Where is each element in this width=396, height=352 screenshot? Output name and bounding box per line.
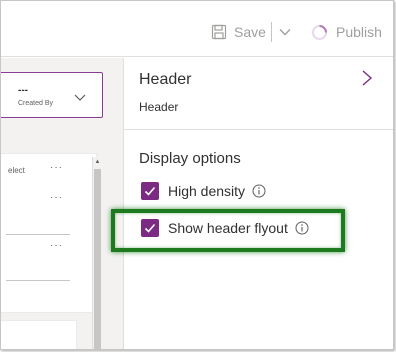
publish-button[interactable]: Publish (311, 21, 382, 43)
checkmark-icon (144, 186, 156, 196)
publish-label: Publish (336, 24, 382, 40)
app-window: Save Publish --- Created By elect ··· ··… (0, 0, 394, 350)
field-divider (6, 280, 70, 281)
checkmark-icon (144, 223, 156, 233)
select-text: elect (8, 166, 25, 175)
properties-panel: Header Header Display options High densi… (124, 58, 393, 349)
info-icon[interactable] (295, 221, 309, 235)
high-density-checkbox[interactable] (141, 182, 159, 200)
header-field-label: Created By (18, 100, 54, 107)
save-icon (211, 24, 227, 40)
scroll-up-arrow-icon[interactable]: ▲ (93, 159, 102, 165)
toolbar-separator (271, 22, 272, 42)
info-icon[interactable] (252, 184, 266, 198)
display-options-heading: Display options (139, 150, 241, 167)
form-canvas: --- Created By elect ··· ··· ··· ▲ (1, 58, 123, 349)
show-header-flyout-option[interactable]: Show header flyout (141, 218, 309, 238)
save-button[interactable]: Save (211, 21, 266, 43)
section-divider (124, 129, 393, 130)
chevron-right-icon[interactable] (360, 69, 374, 87)
save-label: Save (234, 24, 266, 40)
command-bar: Save Publish (1, 1, 393, 57)
header-field-value: --- (18, 85, 28, 96)
form-section-card[interactable]: elect ··· ··· ··· (1, 153, 97, 313)
more-options-icon[interactable]: ··· (50, 162, 63, 173)
panel-title: Header (139, 71, 192, 88)
chevron-down-icon (279, 29, 291, 36)
panel-subtitle: Header (139, 100, 179, 114)
scrollbar-thumb[interactable] (94, 169, 101, 349)
loading-spinner-icon (312, 24, 327, 40)
header-preview-card[interactable]: --- Created By (1, 72, 103, 118)
chevron-down-icon[interactable] (74, 93, 86, 103)
canvas-scrollbar[interactable]: ▲ (92, 157, 102, 349)
show-header-flyout-label: Show header flyout (168, 220, 288, 236)
high-density-option[interactable]: High density (141, 181, 266, 201)
form-section-card[interactable] (1, 320, 77, 349)
high-density-label: High density (168, 183, 246, 199)
show-header-flyout-checkbox[interactable] (141, 219, 159, 237)
more-options-icon[interactable]: ··· (50, 192, 63, 203)
field-divider (6, 234, 70, 235)
save-options-dropdown[interactable] (278, 21, 292, 43)
more-options-icon[interactable]: ··· (50, 240, 63, 251)
